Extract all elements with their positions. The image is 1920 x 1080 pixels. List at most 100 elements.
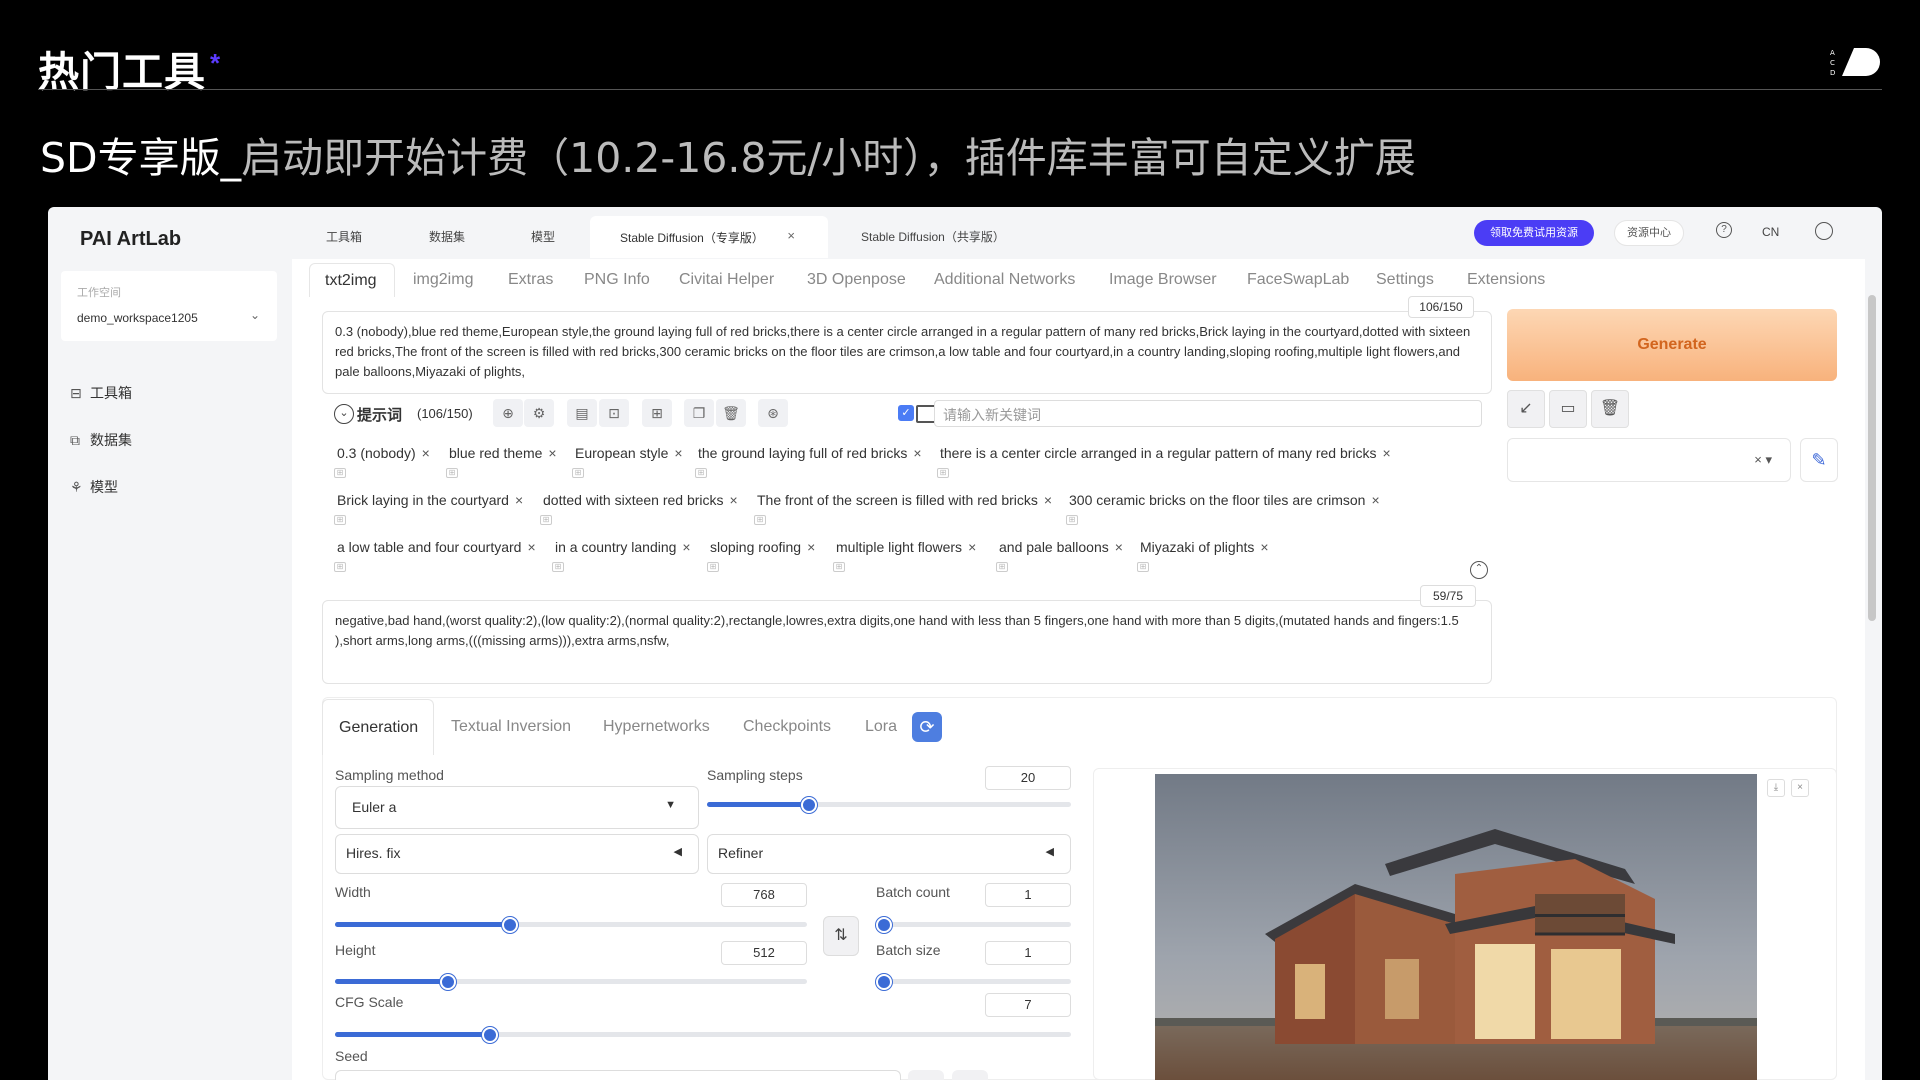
prompt-tag[interactable]: blue red theme ×	[446, 440, 560, 466]
topnav-model[interactable]: 模型	[531, 228, 555, 245]
tag-weight-icon[interactable]: ⊞	[552, 562, 564, 572]
sampling-steps-input[interactable]: 20	[985, 766, 1071, 790]
slider-handle[interactable]	[800, 797, 817, 813]
tab-additional-networks[interactable]: Additional Networks	[934, 271, 1075, 289]
keyword-checkbox[interactable]: ✓	[898, 405, 914, 421]
height-input[interactable]: 512	[721, 941, 807, 965]
read-params-icon[interactable]: ↙	[1507, 390, 1545, 428]
scrollbar[interactable]	[1868, 295, 1876, 621]
tab-extensions[interactable]: Extensions	[1467, 271, 1545, 289]
prompt-tag[interactable]: sloping roofing ×	[707, 534, 818, 560]
tab-checkpoints[interactable]: Checkpoints	[743, 718, 831, 736]
prompt-tag[interactable]: multiple light flowers ×	[833, 534, 979, 560]
tag-weight-icon[interactable]: ⊞	[540, 515, 552, 525]
download-icon[interactable]: ⤓	[1767, 779, 1785, 797]
tag-weight-icon[interactable]: ⊞	[334, 515, 346, 525]
sampling-steps-slider[interactable]	[707, 797, 1071, 813]
prompt-tag[interactable]: The front of the screen is filled with r…	[754, 487, 1055, 513]
sampling-method-select[interactable]: Euler a ▼	[335, 786, 699, 829]
clear-icon[interactable]: 🗑	[1591, 390, 1629, 428]
tab-civitai-helper[interactable]: Civitai Helper	[679, 271, 774, 289]
tab-textual-inversion[interactable]: Textual Inversion	[451, 718, 571, 736]
tag-weight-icon[interactable]: ⊞	[1137, 562, 1149, 572]
style-select[interactable]: × ▾	[1507, 438, 1791, 482]
batch-size-slider[interactable]	[876, 974, 1071, 990]
tab-extras[interactable]: Extras	[508, 271, 553, 289]
prompt-tag[interactable]: in a country landing ×	[552, 534, 694, 560]
slider-track[interactable]	[876, 979, 1071, 984]
clear-select-icon[interactable]: × ▾	[1754, 452, 1772, 468]
negative-prompt-textarea[interactable]: negative,bad hand,(worst quality:2),(low…	[322, 600, 1492, 684]
tag-weight-icon[interactable]: ⊞	[334, 562, 346, 572]
tab-generation[interactable]: Generation	[322, 699, 434, 755]
reuse-seed-button[interactable]	[952, 1070, 988, 1080]
prompt-tag[interactable]: dotted with sixteen red bricks ×	[540, 487, 741, 513]
cfg-scale-slider[interactable]	[335, 1027, 1071, 1043]
close-image-icon[interactable]: ×	[1791, 779, 1809, 797]
collapse-tags-icon[interactable]: ⌃	[1470, 561, 1488, 579]
tab-faceswaplab[interactable]: FaceSwapLab	[1247, 271, 1349, 289]
batch-size-input[interactable]: 1	[985, 941, 1071, 965]
close-icon[interactable]: ×	[787, 228, 795, 243]
tab-settings[interactable]: Settings	[1376, 271, 1434, 289]
ab-icon[interactable]: ⊞	[642, 399, 672, 427]
width-input[interactable]: 768	[721, 883, 807, 907]
bookmark-icon[interactable]: ⊡	[599, 399, 629, 427]
sidebar-item-dataset[interactable]: ⧉ 数据集	[70, 430, 132, 450]
tag-weight-icon[interactable]: ⊞	[707, 562, 719, 572]
prompt-tag[interactable]: a low table and four courtyard ×	[334, 534, 539, 560]
tag-weight-icon[interactable]: ⊞	[833, 562, 845, 572]
collapse-prompt-icon[interactable]: ⌄	[334, 404, 354, 424]
topnav-dataset[interactable]: 数据集	[429, 228, 465, 245]
tag-weight-icon[interactable]: ⊞	[334, 468, 346, 478]
tab-sd-exclusive[interactable]: Stable Diffusion（专享版） ×	[590, 216, 828, 258]
topnav-toolbox[interactable]: 工具箱	[326, 228, 362, 245]
ai-icon[interactable]: ⊛	[758, 399, 788, 427]
width-slider[interactable]	[335, 917, 807, 933]
tab-img2img[interactable]: img2img	[413, 271, 473, 289]
tag-weight-icon[interactable]: ⊞	[1066, 515, 1078, 525]
free-trial-button[interactable]: 领取免费试用资源	[1474, 220, 1594, 246]
slider-handle[interactable]	[440, 974, 457, 990]
tab-txt2img[interactable]: txt2img	[309, 263, 395, 297]
history-icon[interactable]: ▤	[567, 399, 597, 427]
slider-handle[interactable]	[481, 1027, 498, 1043]
generate-button[interactable]: Generate	[1507, 309, 1837, 381]
help-icon[interactable]: ?	[1716, 222, 1732, 238]
hires-fix-accordion[interactable]: Hires. fix ◀	[335, 834, 699, 874]
refresh-icon[interactable]: ⟳	[912, 712, 942, 742]
tab-lora[interactable]: Lora	[865, 718, 897, 736]
prompt-tag[interactable]: there is a center circle arranged in a r…	[937, 440, 1394, 466]
generated-house-image[interactable]	[1155, 774, 1757, 1080]
slider-handle[interactable]	[876, 917, 892, 933]
language-switch[interactable]: CN	[1762, 225, 1779, 239]
workspace-selector[interactable]	[61, 271, 277, 341]
prompt-tag[interactable]: 0.3 (nobody) ×	[334, 440, 433, 466]
sidebar-item-model[interactable]: ⚘ 模型	[70, 477, 118, 497]
tab-sd-shared[interactable]: Stable Diffusion（共享版）	[861, 228, 1005, 245]
tab-3d-openpose[interactable]: 3D Openpose	[807, 271, 906, 289]
sidebar-item-toolbox[interactable]: ⊟ 工具箱	[70, 383, 132, 403]
keyword-toggle-box[interactable]	[916, 405, 936, 423]
edit-style-icon[interactable]: ✎	[1800, 438, 1838, 482]
prompt-tag[interactable]: the ground laying full of red bricks ×	[695, 440, 925, 466]
trash-icon[interactable]: 🗑	[716, 399, 746, 427]
tag-weight-icon[interactable]: ⊞	[572, 468, 584, 478]
tag-weight-icon[interactable]: ⊞	[695, 468, 707, 478]
swap-dimensions-icon[interactable]: ⇅	[823, 916, 859, 956]
batch-count-slider[interactable]	[876, 917, 1071, 933]
prompt-tag[interactable]: 300 ceramic bricks on the floor tiles ar…	[1066, 487, 1383, 513]
cfg-scale-input[interactable]: 7	[985, 993, 1071, 1017]
prompt-tag[interactable]: and pale balloons ×	[996, 534, 1126, 560]
tag-weight-icon[interactable]: ⊞	[754, 515, 766, 525]
slider-handle[interactable]	[501, 917, 518, 933]
batch-count-input[interactable]: 1	[985, 883, 1071, 907]
tag-weight-icon[interactable]: ⊞	[446, 468, 458, 478]
seed-input[interactable]	[335, 1070, 901, 1080]
tab-image-browser[interactable]: Image Browser	[1109, 271, 1217, 289]
tag-weight-icon[interactable]: ⊞	[996, 562, 1008, 572]
user-icon[interactable]	[1815, 222, 1833, 240]
paste-icon[interactable]: ▭	[1549, 390, 1587, 428]
copy-icon[interactable]: ❐	[684, 399, 714, 427]
tab-hypernetworks[interactable]: Hypernetworks	[603, 718, 710, 736]
